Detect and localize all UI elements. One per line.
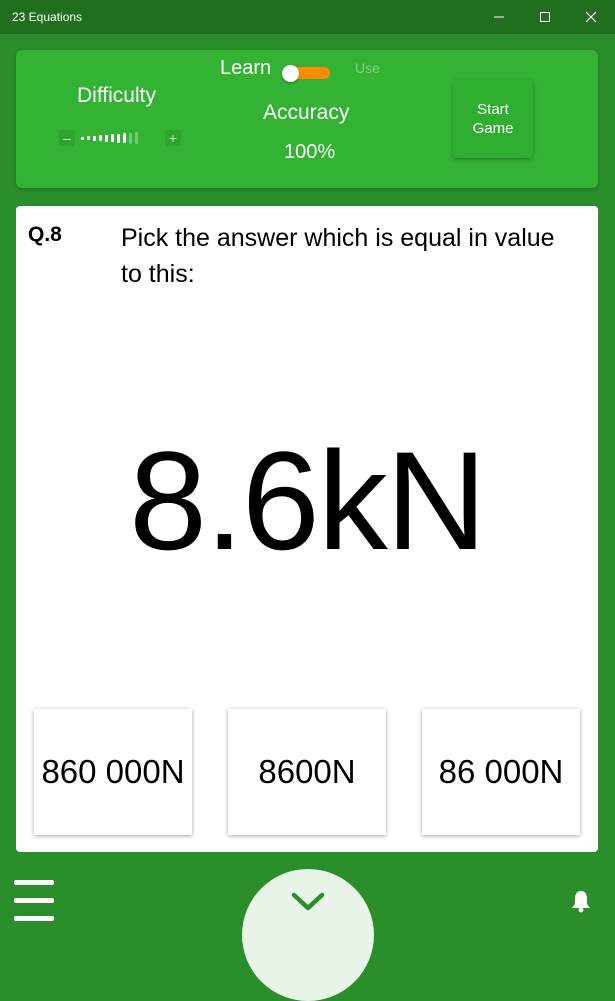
settings-panel: Difficulty – + Learn Use Accuracy 100% S… [16,50,598,188]
close-icon [585,11,597,23]
maximize-button[interactable] [522,0,568,34]
difficulty-tick [105,134,108,142]
hamburger-menu-icon[interactable] [14,880,54,922]
toggle-knob[interactable] [282,65,299,82]
question-value: 8.6kN [129,422,487,579]
use-mode-label: Use [355,60,380,76]
difficulty-slider[interactable]: – + [59,130,185,146]
title-bar: 23 Equations [0,0,615,34]
question-number: Q.8 [28,223,62,246]
answer-option-3[interactable]: 86 000N [422,709,580,835]
difficulty-tick [117,133,120,143]
question-prompt: Pick the answer which is equal in value … [121,224,555,288]
learn-mode-label: Learn [220,57,272,79]
mode-toggle[interactable] [282,65,330,82]
difficulty-increase-button[interactable]: + [165,130,181,146]
answer-option-1[interactable]: 860 000N [34,709,192,835]
question-card: Q.8 Pick the answer which is equal in va… [16,206,598,852]
difficulty-tick [81,136,84,140]
accuracy-label: Accuracy [263,101,350,124]
difficulty-tick [135,132,138,144]
difficulty-tick [129,132,132,144]
difficulty-tick [99,135,102,141]
answer-option-2[interactable]: 8600N [228,709,386,835]
window-title: 23 Equations [12,10,83,24]
start-game-label-line2: Game [472,119,514,137]
expand-button[interactable] [242,869,374,1001]
close-button[interactable] [568,0,614,34]
bell-icon[interactable] [570,889,592,913]
accuracy-value: 100% [284,141,336,163]
chevron-down-icon [291,892,325,911]
difficulty-tick [93,135,96,141]
start-game-button[interactable]: Start Game [453,79,533,158]
difficulty-level-ticks [81,132,138,144]
difficulty-label: Difficulty [77,84,156,107]
difficulty-tick [123,133,126,143]
difficulty-tick [111,134,114,142]
maximize-icon [540,12,550,22]
difficulty-tick [87,136,90,140]
minimize-button[interactable] [476,0,522,34]
start-game-label-line1: Start [477,100,509,118]
minimize-icon [494,16,504,18]
difficulty-decrease-button[interactable]: – [59,130,75,146]
